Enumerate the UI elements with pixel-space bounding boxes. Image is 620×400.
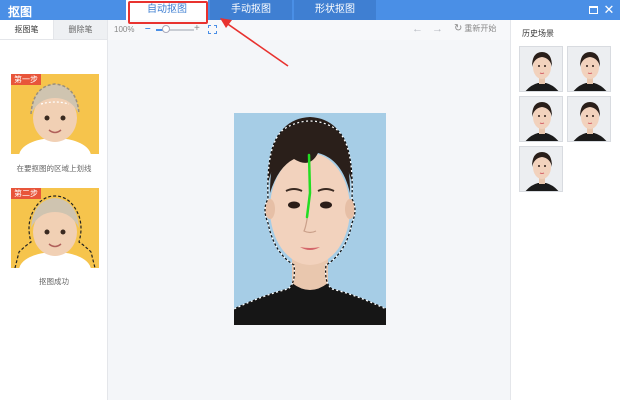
zoom-minus-icon[interactable]: –	[145, 24, 155, 34]
canvas-toolbar: 100% – + ← → ↻ 重新开始	[108, 20, 510, 40]
step-two-example: 第二步	[11, 188, 99, 268]
title-bar: 抠图 自动抠图 手动抠图 形状抠图 ✕	[0, 0, 620, 20]
maximize-icon	[588, 6, 598, 14]
undo-icon[interactable]: ←	[412, 23, 423, 35]
history-thumbnail[interactable]	[519, 146, 563, 192]
history-thumbnail[interactable]	[519, 46, 563, 92]
history-thumbnail[interactable]	[519, 96, 563, 142]
tab-cutout-brush[interactable]: 抠图笔	[0, 20, 54, 39]
step-one-badge: 第一步	[11, 74, 41, 85]
fit-screen-icon[interactable]	[208, 25, 217, 34]
redo-icon[interactable]: →	[432, 23, 443, 35]
mode-tabs: 自动抠图 手动抠图 形状抠图	[126, 0, 378, 20]
tab-shape-cutout[interactable]: 形状抠图	[294, 0, 376, 20]
brush-tabs: 抠图笔 删除笔	[0, 20, 107, 40]
step-one-example: 第一步	[11, 74, 99, 154]
portrait-image	[234, 113, 386, 325]
portrait-photo[interactable]	[234, 113, 386, 325]
tab-erase-brush[interactable]: 删除笔	[54, 20, 107, 39]
left-panel: 抠图笔 删除笔 第一步 在要抠图的区域上划线 第二步 抠图成功	[0, 20, 108, 400]
close-icon: ✕	[603, 2, 615, 17]
zoom-plus-icon[interactable]: +	[194, 23, 200, 34]
step-two-caption: 抠图成功	[39, 277, 69, 286]
history-thumbnail[interactable]	[567, 46, 611, 92]
history-panel: 历史场景	[510, 20, 620, 400]
close-button[interactable]: ✕	[602, 3, 616, 17]
step-one-caption: 在要抠图的区域上划线	[16, 164, 92, 173]
tab-manual-cutout[interactable]: 手动抠图	[210, 0, 292, 20]
reset-button[interactable]: ↻ 重新开始	[454, 23, 496, 34]
editing-canvas[interactable]	[108, 40, 510, 400]
tab-auto-cutout[interactable]: 自动抠图	[126, 0, 208, 20]
reset-label: 重新开始	[464, 24, 497, 33]
reset-icon: ↻	[454, 23, 463, 34]
maximize-button[interactable]	[586, 3, 600, 17]
cutout-window: 抠图 自动抠图 手动抠图 形状抠图 ✕ 抠图笔 删除笔 第一步 在要抠图的区域上…	[0, 0, 620, 400]
zoom-slider-thumb[interactable]	[161, 25, 170, 33]
zoom-level-label: 100%	[114, 25, 135, 34]
baby-example-image	[11, 74, 99, 154]
history-title: 历史场景	[522, 29, 554, 38]
app-title: 抠图	[8, 5, 33, 19]
step-two-badge: 第二步	[11, 188, 41, 199]
baby-result-image	[11, 188, 99, 268]
history-thumbnail[interactable]	[567, 96, 611, 142]
